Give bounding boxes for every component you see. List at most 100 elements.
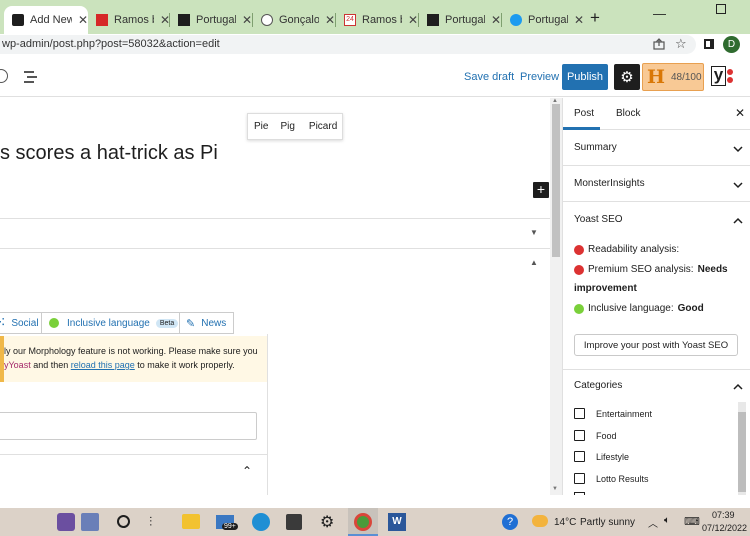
- settings-button[interactable]: ⚙: [614, 64, 640, 90]
- close-tab-icon[interactable]: ✕: [242, 13, 252, 27]
- post-title[interactable]: s scores a hat-trick as Pi: [0, 142, 218, 165]
- headline-h-icon: H: [647, 66, 665, 88]
- category-item[interactable]: Food: [574, 430, 617, 441]
- chrome-taskbar-button[interactable]: [348, 508, 378, 536]
- reload-page-link[interactable]: reload this page: [71, 360, 135, 370]
- close-tab-icon[interactable]: ✕: [574, 13, 584, 27]
- scroll-down-icon[interactable]: ▼: [552, 486, 558, 492]
- list-view-icon[interactable]: [24, 71, 38, 83]
- focus-keyphrase-input[interactable]: [0, 412, 257, 440]
- sidebar-tab-block[interactable]: Block: [616, 108, 640, 119]
- mail-app-icon[interactable]: 99+: [214, 511, 240, 533]
- panel-summary[interactable]: Summary: [563, 130, 750, 166]
- url-bar[interactable]: wp-admin/post.php?post=58032&action=edit: [0, 35, 696, 54]
- autocomplete-option-pie[interactable]: Pie: [254, 121, 268, 132]
- browser-tab-2[interactable]: Ramos ba ✕: [88, 6, 170, 34]
- browser-tab-4[interactable]: Gonçalo R ✕: [253, 6, 335, 34]
- share-icon[interactable]: [653, 38, 665, 50]
- autocomplete-popover: Pie Pig Picard: [247, 113, 343, 140]
- editor-scrollbar-thumb[interactable]: [552, 104, 560, 257]
- task-view-icon[interactable]: ⫶: [149, 514, 152, 530]
- notice-line-1: ly our Morphology feature is not working…: [4, 346, 258, 356]
- word-icon[interactable]: W: [388, 513, 406, 531]
- close-sidebar-icon[interactable]: ✕: [735, 106, 745, 120]
- inclusive-language-analysis[interactable]: Inclusive language: Good: [574, 303, 704, 314]
- divider: [0, 218, 550, 219]
- divider: [267, 334, 268, 495]
- publish-button[interactable]: Publish: [562, 64, 608, 90]
- seo-analysis[interactable]: Premium SEO analysis: Needs: [574, 264, 728, 275]
- tab-social[interactable]: ⠪ Social: [0, 312, 42, 334]
- weather-temperature[interactable]: 14°C: [554, 517, 576, 528]
- category-checkbox[interactable]: [574, 451, 585, 462]
- panel-categories-title[interactable]: Categories: [574, 380, 622, 391]
- tab-inclusive-language[interactable]: Inclusive language Beta: [42, 312, 180, 334]
- clock-date[interactable]: 07/12/2022: [702, 523, 747, 533]
- browser-tab-5[interactable]: 24 Ramos ba ✕: [336, 6, 418, 34]
- close-tab-icon[interactable]: ✕: [491, 13, 501, 27]
- settings-gear-icon[interactable]: ⚙: [320, 512, 334, 532]
- preview-button[interactable]: Preview: [520, 71, 559, 83]
- side-panel-icon[interactable]: [704, 39, 714, 49]
- sidebar-tab-post[interactable]: Post: [574, 108, 594, 119]
- panel-yoast-seo-title[interactable]: Yoast SEO: [574, 214, 623, 225]
- weather-description[interactable]: Partly sunny: [580, 517, 635, 528]
- autocomplete-option-picard[interactable]: Picard: [309, 121, 337, 132]
- autocomplete-option-pig[interactable]: Pig: [280, 121, 294, 132]
- tab-news[interactable]: ✎ News: [180, 312, 234, 334]
- categories-scrollbar[interactable]: [738, 402, 746, 495]
- category-checkbox[interactable]: [574, 430, 585, 441]
- profile-avatar[interactable]: D: [723, 36, 740, 53]
- yoast-toolbar-button[interactable]: y: [709, 66, 733, 88]
- chevron-up-icon[interactable]: ⌃: [242, 464, 252, 478]
- category-item[interactable]: Lotto Results: [574, 473, 649, 484]
- help-icon[interactable]: ?: [502, 514, 518, 530]
- edge-browser-icon[interactable]: [252, 513, 270, 531]
- browser-tab-7[interactable]: Portugal ✕: [502, 6, 584, 34]
- address-bar-row: wp-admin/post.php?post=58032&action=edit…: [0, 34, 750, 56]
- store-icon[interactable]: [286, 514, 302, 530]
- info-icon[interactable]: [0, 69, 8, 83]
- maximize-icon[interactable]: [716, 4, 726, 14]
- panel-yoast-seo: Yoast SEO Readability analysis: Premium …: [563, 202, 750, 370]
- category-checkbox[interactable]: [574, 408, 585, 419]
- weather-icon: [532, 515, 548, 527]
- close-tab-icon[interactable]: ✕: [408, 13, 418, 27]
- readability-analysis[interactable]: Readability analysis:: [574, 244, 679, 255]
- volume-icon[interactable]: 🔈︎: [664, 515, 670, 526]
- minimize-icon[interactable]: —: [653, 6, 666, 21]
- chevron-up-icon[interactable]: ︿: [648, 515, 658, 530]
- headline-score-button[interactable]: H 48/100: [642, 63, 704, 91]
- seo-analysis-value: improvement: [574, 283, 637, 294]
- scroll-up-icon[interactable]: ▲: [552, 98, 558, 104]
- bookmark-star-icon[interactable]: ☆: [675, 36, 687, 52]
- editor-scrollbar[interactable]: ▲ ▼: [550, 98, 562, 495]
- close-tab-icon[interactable]: ✕: [78, 13, 88, 27]
- category-item[interactable]: Lifestyle: [574, 451, 629, 462]
- improve-post-yoast-button[interactable]: Improve your post with Yoast SEO: [574, 334, 738, 356]
- file-explorer-icon[interactable]: [182, 514, 200, 529]
- notes-app-icon[interactable]: [81, 513, 99, 531]
- panel-monsterinsights[interactable]: MonsterInsights: [563, 166, 750, 202]
- save-draft-button[interactable]: Save draft: [464, 71, 514, 83]
- caret-down-icon[interactable]: ▼: [530, 228, 538, 237]
- chevron-up-icon[interactable]: [733, 216, 743, 226]
- category-item[interactable]: Entertainment: [574, 408, 652, 419]
- search-icon[interactable]: [117, 515, 130, 528]
- close-tab-icon[interactable]: ✕: [325, 13, 335, 27]
- browser-tab-3[interactable]: Portugal ✕: [170, 6, 252, 34]
- clock-time[interactable]: 07:39: [712, 510, 735, 520]
- share-icon: ⠪: [0, 317, 6, 329]
- new-tab-button[interactable]: +: [590, 8, 600, 28]
- browser-tab-6[interactable]: Portugal ✕: [419, 6, 501, 34]
- categories-scrollbar-thumb[interactable]: [738, 412, 746, 492]
- clapper-app-icon[interactable]: [57, 513, 75, 531]
- black-e-icon: [427, 14, 439, 26]
- browser-tab-add-new[interactable]: Add New ✕: [4, 6, 88, 34]
- chevron-up-icon[interactable]: [733, 382, 743, 392]
- add-block-button[interactable]: +: [533, 182, 549, 198]
- language-icon[interactable]: ⌨: [684, 515, 700, 528]
- more-options-icon[interactable]: ⋮: [746, 68, 750, 85]
- caret-up-icon[interactable]: ▲: [530, 258, 538, 267]
- category-checkbox[interactable]: [574, 473, 585, 484]
